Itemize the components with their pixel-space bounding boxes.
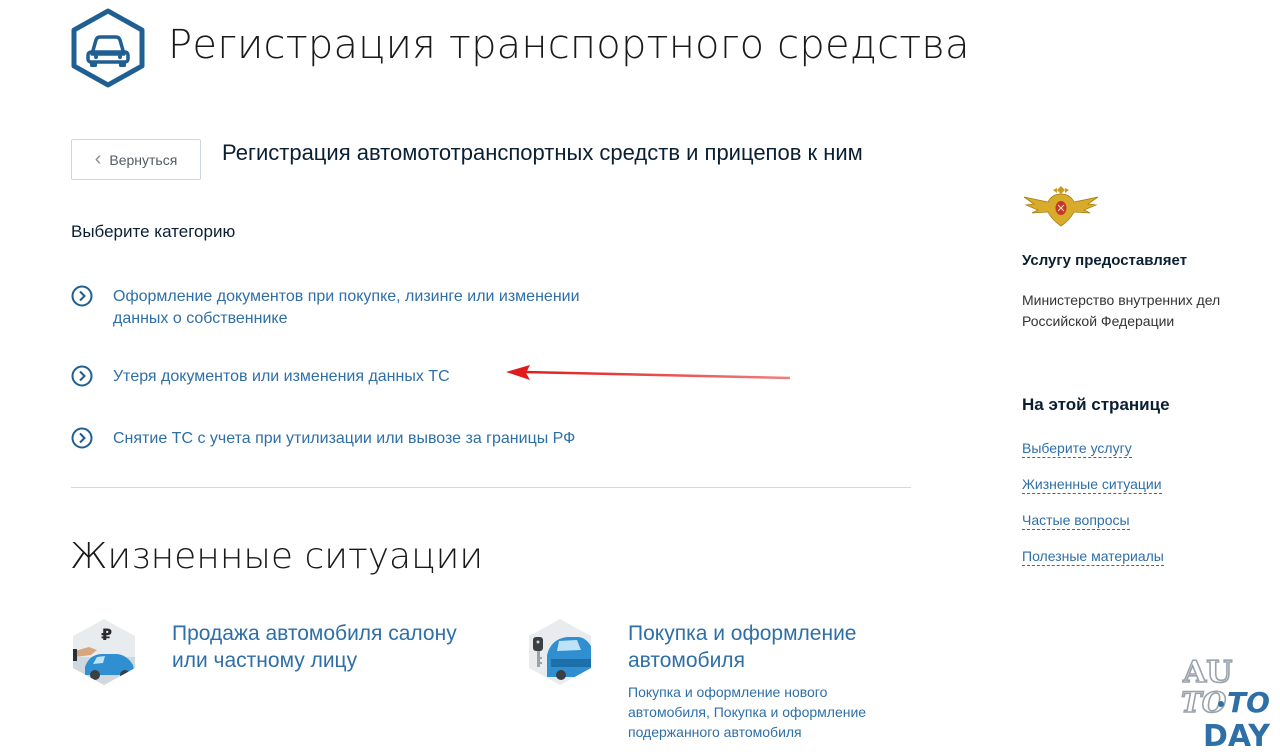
life-situation-card-description: Покупка и оформление нового автомобиля, … — [628, 684, 867, 740]
anchor-link-materials[interactable]: Полезные материалы — [1022, 548, 1164, 566]
category-item-deregistration[interactable]: Снятие ТС с учета при утилизации или выв… — [71, 427, 575, 450]
anchor-link-choose-service[interactable]: Выберите услугу — [1022, 440, 1132, 458]
on-this-page-heading: На этой странице — [1022, 395, 1170, 414]
chevron-left-icon: ‹ — [94, 147, 102, 170]
svg-text:₽: ₽ — [101, 625, 112, 644]
car-sale-icon[interactable]: ₽ — [71, 617, 137, 687]
circle-chevron-right-icon — [71, 365, 93, 387]
back-button-label: Вернуться — [109, 151, 178, 168]
car-service-icon — [71, 8, 145, 88]
svg-text:DAY: DAY — [1203, 719, 1271, 750]
page-title: Регистрация транспортного средства — [168, 22, 970, 68]
car-key-icon[interactable] — [527, 617, 593, 687]
category-item-label[interactable]: Оформление документов при покупке, лизин… — [113, 286, 633, 330]
section-title: Регистрация автомототранспортных средств… — [222, 140, 863, 165]
autotoday-watermark-logo: AU TO TO DAY — [1180, 654, 1271, 750]
category-item-label[interactable]: Снятие ТС с учета при утилизации или выв… — [113, 428, 575, 450]
circle-chevron-right-icon — [71, 427, 93, 449]
life-situation-card-title[interactable]: Продажа автомобиля салону или частному л… — [172, 620, 472, 674]
life-situations-heading: Жизненные ситуации — [70, 536, 484, 577]
category-item-label[interactable]: Утеря документов или изменения данных ТС — [113, 366, 450, 388]
life-situation-card-title[interactable]: Покупка и оформление автомобиля — [628, 620, 918, 674]
svg-text:AU: AU — [1182, 655, 1232, 690]
back-button[interactable]: ‹ Вернуться — [71, 139, 201, 180]
category-item-lost-documents[interactable]: Утеря документов или изменения данных ТС — [71, 365, 450, 388]
section-divider — [71, 487, 911, 488]
category-item-documents-purchase[interactable]: Оформление документов при покупке, лизин… — [71, 285, 633, 330]
anchor-link-life-situations[interactable]: Жизненные ситуации — [1022, 476, 1162, 494]
category-heading: Выберите категорию — [71, 222, 236, 241]
annotation-arrow — [506, 365, 791, 380]
circle-chevron-right-icon — [71, 285, 93, 307]
svg-text:TO: TO — [1227, 686, 1270, 719]
anchor-link-faq[interactable]: Частые вопросы — [1022, 512, 1130, 530]
provider-heading: Услугу предоставляет — [1022, 252, 1188, 269]
provider-name: Министерство внутренних дел Российской Ф… — [1022, 292, 1221, 329]
mvd-eagle-emblem-icon — [1023, 186, 1099, 227]
